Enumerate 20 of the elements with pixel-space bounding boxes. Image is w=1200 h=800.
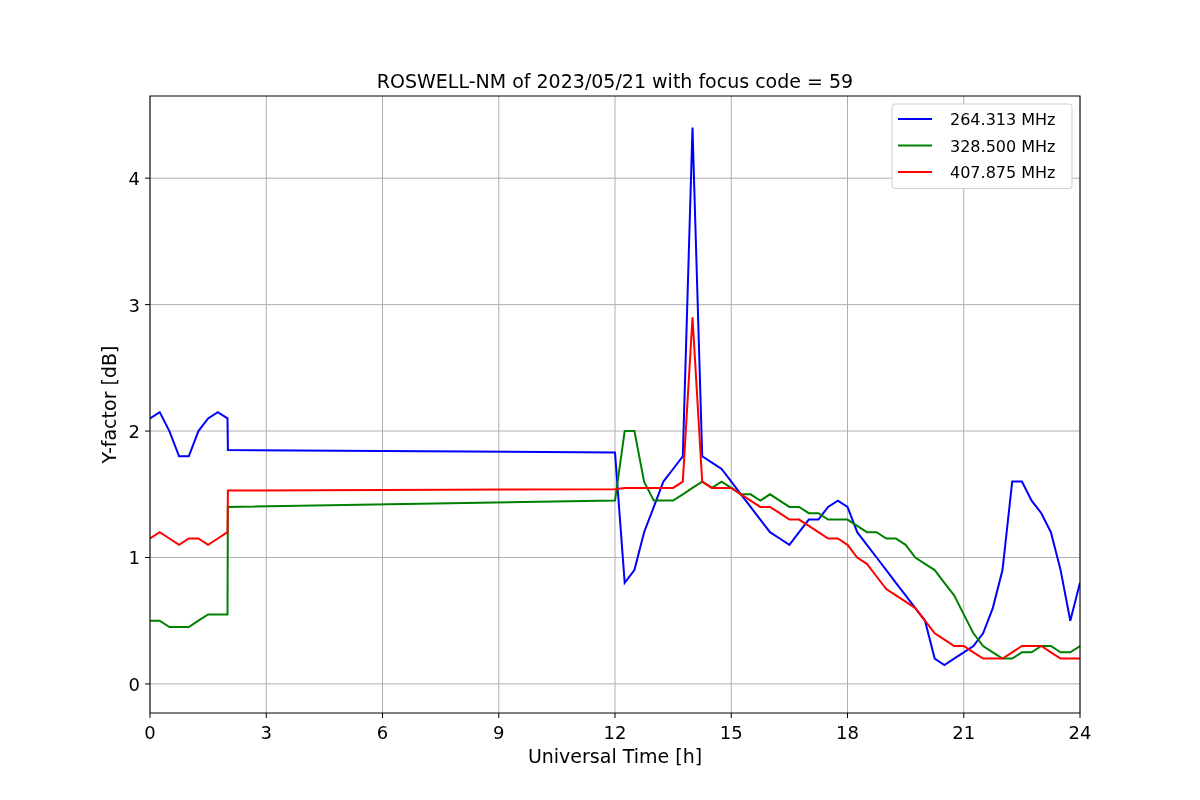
legend-label: 328.500 MHz bbox=[950, 136, 1056, 156]
x-tick-label: 9 bbox=[493, 722, 505, 743]
x-tick-label: 12 bbox=[603, 722, 627, 743]
y-tick-label: 2 bbox=[128, 421, 140, 443]
x-tick-label: 15 bbox=[719, 722, 743, 743]
x-tick-label: 0 bbox=[144, 722, 156, 743]
legend-label: 407.875 MHz bbox=[950, 163, 1056, 182]
x-tick-label: 24 bbox=[1068, 722, 1092, 743]
y-axis-label: Y-factor [dB] bbox=[98, 345, 120, 464]
x-axis-label: Universal Time [h] bbox=[527, 745, 703, 767]
y-tick-label: 0 bbox=[128, 673, 140, 695]
x-tick-label: 18 bbox=[836, 722, 859, 743]
chart-title: ROSWELL-NM of 2023/05/21 with focus code = 59 bbox=[376, 70, 854, 92]
legend-label: 264.313 MHz bbox=[950, 110, 1056, 129]
y-tick-label: 1 bbox=[128, 547, 140, 569]
x-tick-label: 6 bbox=[376, 722, 389, 743]
y-tick-label: 3 bbox=[128, 294, 140, 316]
x-tick-label: 3 bbox=[260, 722, 272, 743]
y-tick-label: 4 bbox=[128, 168, 140, 190]
x-tick-label: 21 bbox=[952, 722, 976, 743]
